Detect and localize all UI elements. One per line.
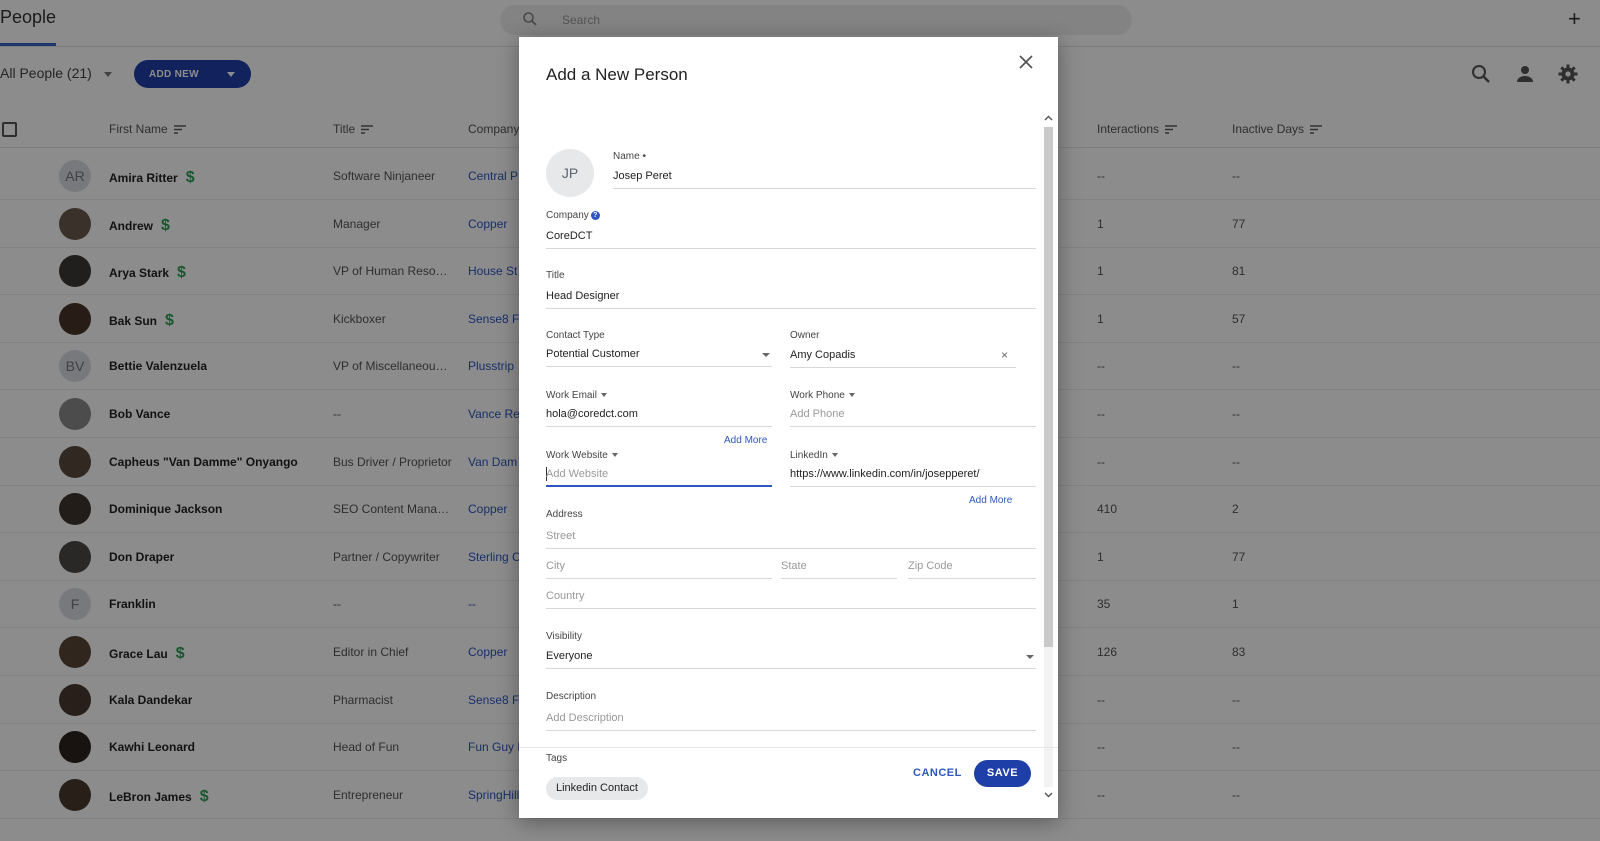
chevron-down-icon (848, 393, 855, 398)
owner-field[interactable]: Amy Copadis × (790, 344, 1016, 368)
contact-type-select[interactable]: Potential Customer (546, 343, 772, 367)
description-label: Description (546, 691, 597, 702)
company-label: Company? (546, 210, 600, 221)
linkedin-label-text: LinkedIn (790, 450, 828, 461)
add-more-social-link[interactable]: Add More (969, 495, 1012, 506)
scrollbar-thumb[interactable] (1044, 127, 1053, 647)
avatar[interactable]: JP (546, 149, 594, 197)
street-placeholder: Street (546, 530, 576, 542)
close-icon[interactable] (1015, 51, 1037, 73)
chevron-down-icon[interactable] (1043, 789, 1054, 800)
visibility-value: Everyone (546, 650, 593, 662)
add-more-email-link[interactable]: Add More (724, 435, 767, 446)
zip-code-field[interactable]: Zip Code (908, 555, 1036, 579)
country-field[interactable]: Country (546, 585, 1036, 609)
description-field[interactable]: Add Description (546, 707, 1036, 731)
title-label: Title (546, 270, 565, 281)
contact-type-value: Potential Customer (546, 348, 640, 360)
save-button[interactable]: SAVE (974, 760, 1031, 787)
work-email-label-text: Work Email (546, 390, 597, 401)
cancel-button[interactable]: CANCEL (913, 767, 962, 779)
work-phone-label[interactable]: Work Phone (790, 390, 855, 401)
title-value: Head Designer (546, 290, 620, 302)
work-email-label[interactable]: Work Email (546, 390, 607, 401)
tag-chip[interactable]: Linkedin Contact (546, 777, 648, 800)
zip-code-placeholder: Zip Code (908, 560, 953, 572)
chevron-down-icon (831, 453, 838, 458)
work-website-label[interactable]: Work Website (546, 450, 618, 461)
tags-label: Tags (546, 753, 568, 764)
clear-owner-icon[interactable]: × (1001, 348, 1008, 362)
linkedin-value: https://www.linkedin.com/in/josepperet/ (790, 468, 980, 480)
work-phone-placeholder: Add Phone (790, 408, 845, 420)
chevron-up-icon[interactable] (1043, 113, 1054, 124)
work-website-placeholder: Add Website (546, 468, 609, 480)
owner-value: Amy Copadis (790, 349, 856, 361)
linkedin-label[interactable]: LinkedIn (790, 450, 838, 461)
name-label: Name • (613, 151, 646, 162)
work-phone-label-text: Work Phone (790, 390, 845, 401)
company-label-text: Company (546, 210, 589, 221)
owner-label: Owner (790, 330, 820, 341)
company-field[interactable]: CoreDCT (546, 225, 1036, 249)
city-field[interactable]: City (546, 555, 772, 579)
street-field[interactable]: Street (546, 525, 1036, 549)
description-placeholder: Add Description (546, 712, 624, 724)
work-email-field[interactable]: hola@coredct.com (546, 403, 772, 427)
work-email-value: hola@coredct.com (546, 408, 638, 420)
chevron-down-icon (611, 453, 618, 458)
linkedin-field[interactable]: https://www.linkedin.com/in/josepperet/ (790, 463, 1036, 487)
company-value: CoreDCT (546, 230, 593, 242)
name-value: Josep Peret (613, 170, 672, 182)
add-person-dialog: Add a New Person JP Name • Josep Peret C… (519, 37, 1058, 818)
city-placeholder: City (546, 560, 565, 572)
chevron-down-icon (1026, 655, 1034, 659)
state-field[interactable]: State (781, 555, 897, 579)
visibility-label: Visibility (546, 631, 582, 642)
title-field[interactable]: Head Designer (546, 285, 1036, 309)
name-field[interactable]: Josep Peret (613, 165, 1036, 189)
country-placeholder: Country (546, 590, 585, 602)
address-label: Address (546, 509, 583, 520)
chevron-down-icon (600, 393, 607, 398)
name-label-text: Name (613, 151, 640, 162)
help-icon[interactable]: ? (590, 210, 600, 220)
work-website-label-text: Work Website (546, 450, 608, 461)
contact-type-label: Contact Type (546, 330, 605, 341)
dialog-form: JP Name • Josep Peret Company? CoreDCT T… (519, 111, 1058, 801)
chevron-down-icon (762, 353, 770, 357)
dialog-scrollbar[interactable] (1043, 111, 1054, 801)
required-marker: • (642, 151, 646, 162)
work-phone-field[interactable]: Add Phone (790, 403, 1036, 427)
state-placeholder: State (781, 560, 807, 572)
visibility-select[interactable]: Everyone (546, 645, 1036, 669)
work-website-field[interactable]: Add Website (546, 463, 772, 487)
footer-divider (519, 747, 1058, 748)
dialog-title: Add a New Person (546, 65, 688, 84)
